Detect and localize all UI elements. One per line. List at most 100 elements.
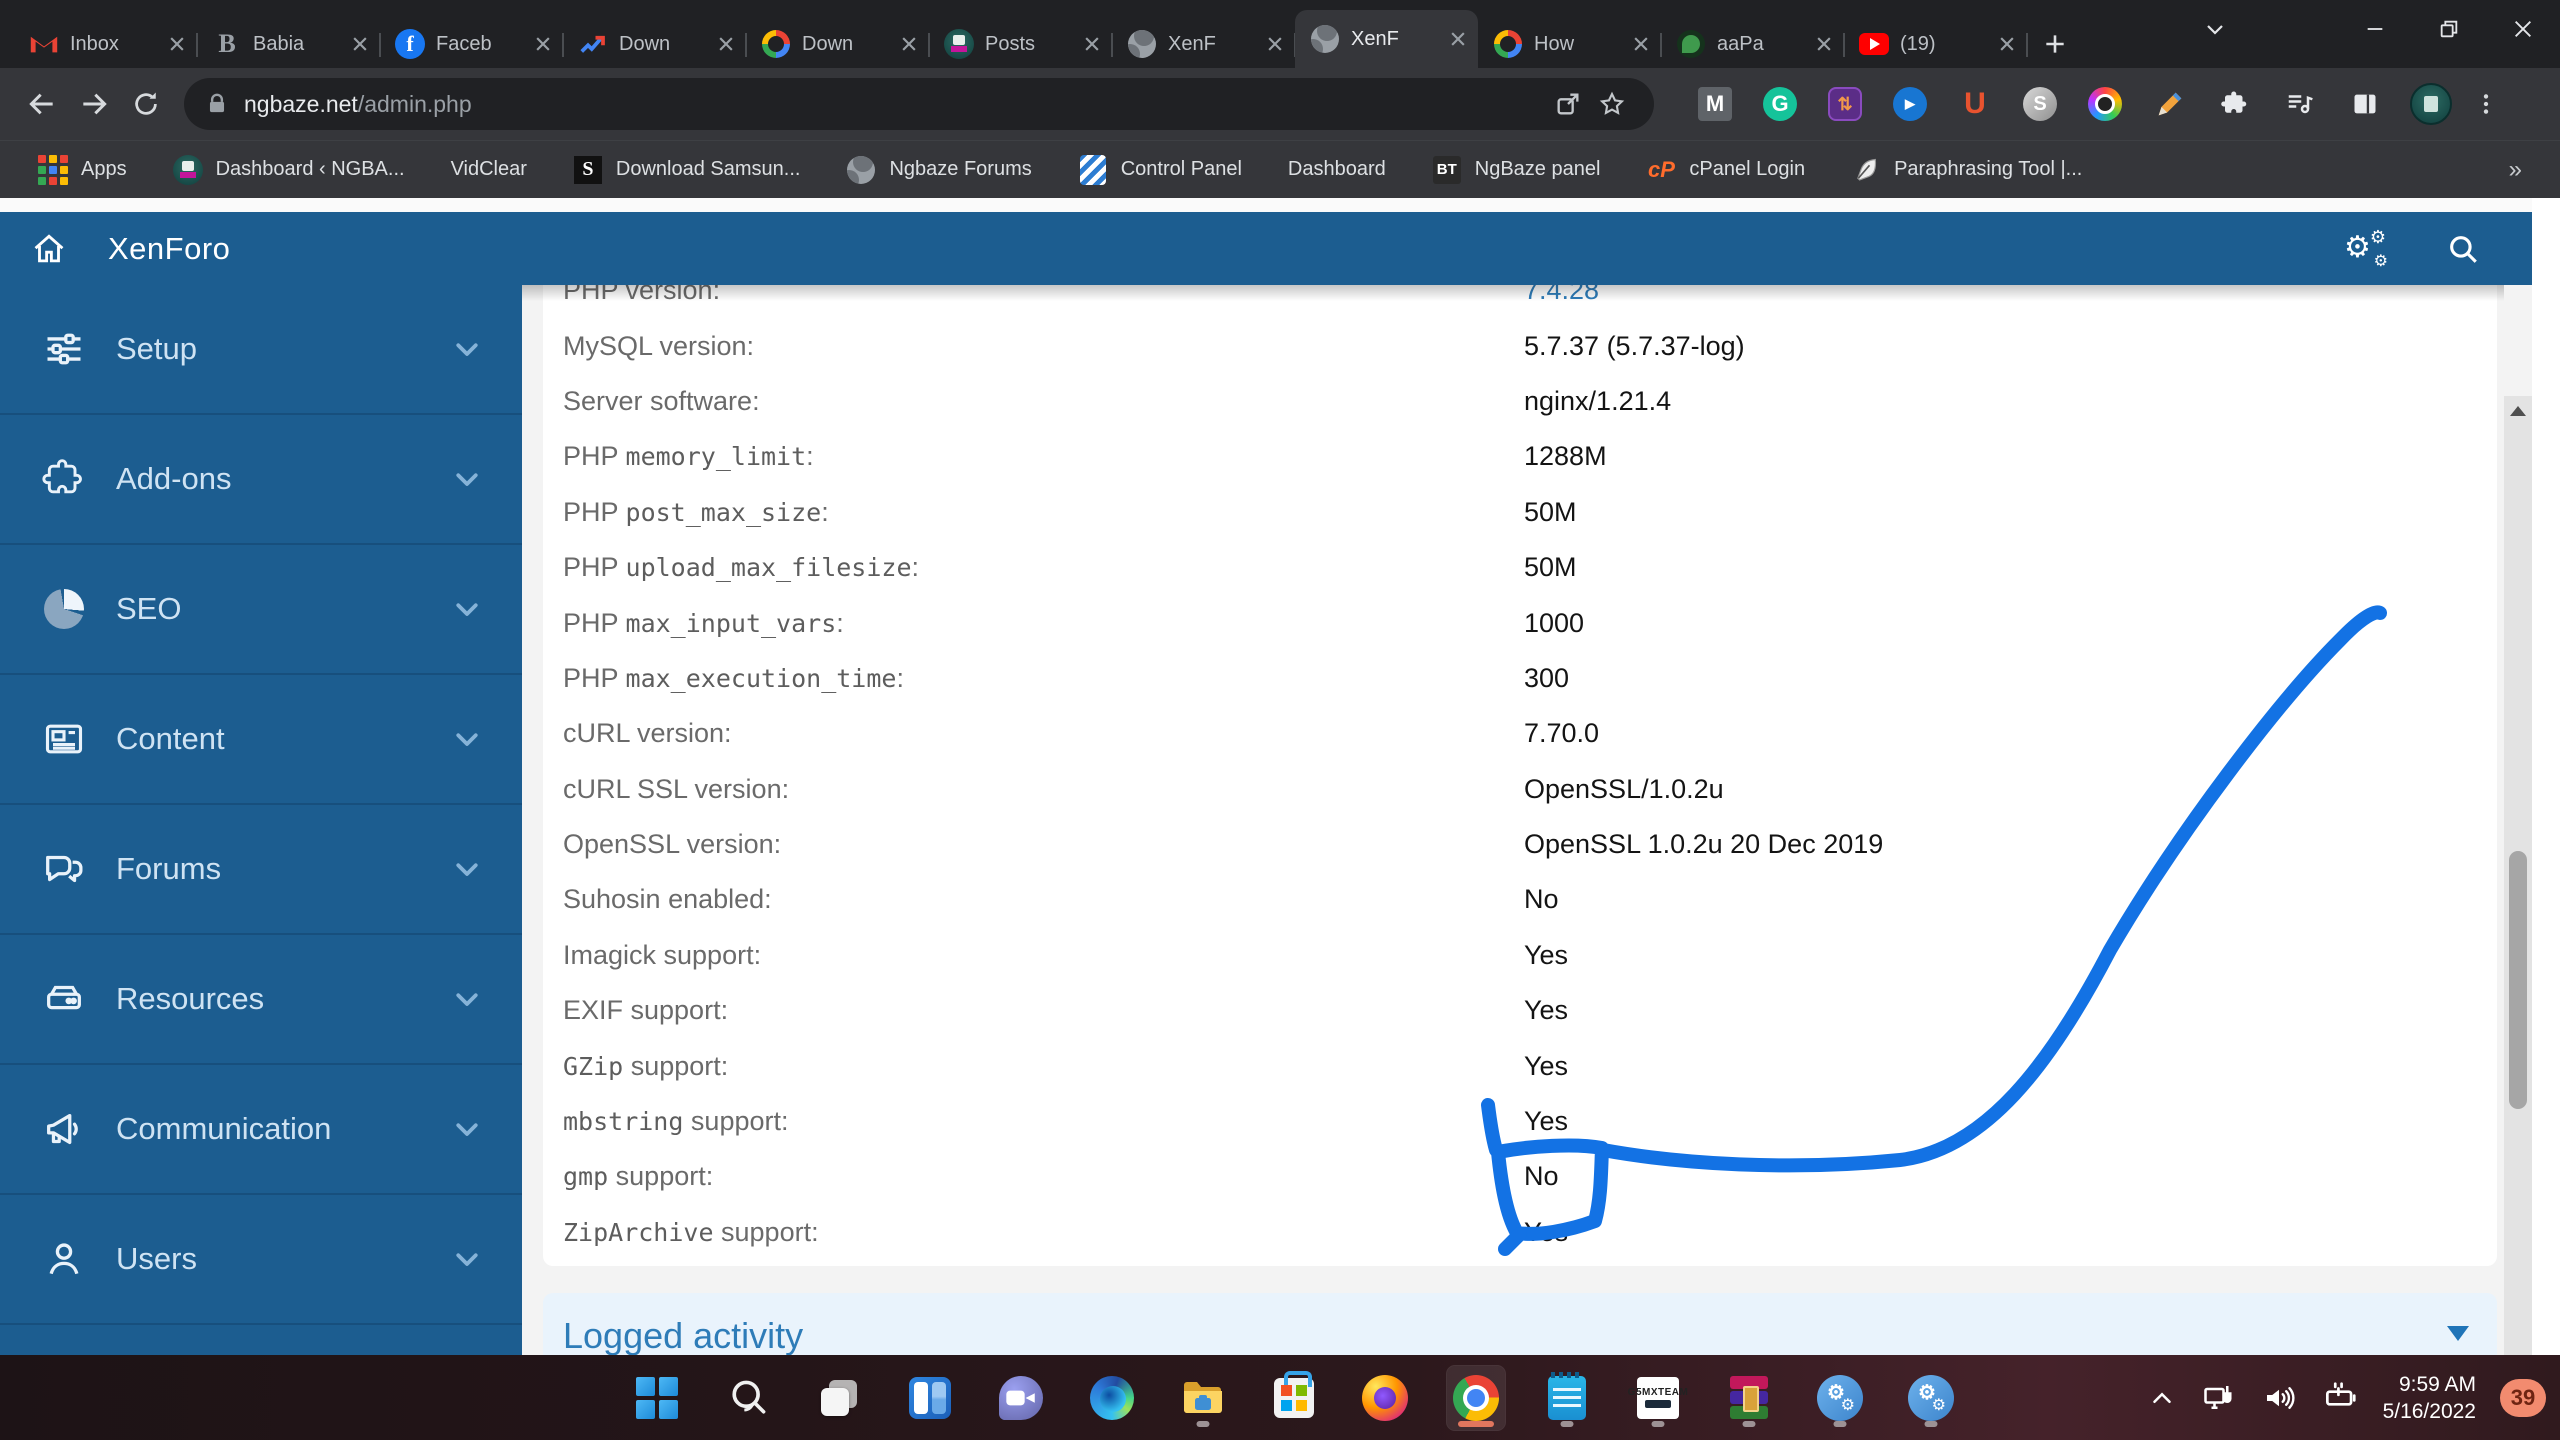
snip-extension-icon[interactable]: S [2021, 85, 2059, 123]
running-indicator [1196, 1420, 1210, 1427]
collapse-triangle-icon[interactable] [2447, 1326, 2469, 1341]
browser-tab[interactable]: (19) [1844, 20, 2028, 68]
back-button[interactable] [16, 78, 68, 130]
sidebar-item[interactable]: Forums [0, 805, 522, 935]
sidebar-item[interactable]: Content [0, 675, 522, 805]
side-panel-button[interactable] [2346, 85, 2384, 123]
taskbar-app[interactable]: ⚙ ⚙ [1902, 1366, 1960, 1430]
browser-tab[interactable]: XenF [1112, 20, 1296, 68]
taskbar-app[interactable] [1538, 1366, 1596, 1430]
battery-icon[interactable] [2321, 1379, 2359, 1417]
bookmark-item[interactable]: S Download Samsun... [573, 155, 800, 185]
tab-close-icon[interactable] [1812, 32, 1836, 56]
sidebar-item[interactable]: SEO [0, 545, 522, 675]
browser-tab[interactable]: Inbox [14, 20, 198, 68]
taskbar-app[interactable] [1446, 1364, 1506, 1431]
reload-button[interactable] [120, 78, 172, 130]
tab-close-icon[interactable] [348, 32, 372, 56]
sidebar-item[interactable]: Users [0, 1195, 522, 1325]
close-button[interactable] [2486, 0, 2560, 58]
taskbar-app[interactable] [1720, 1366, 1778, 1430]
camera-extension-icon[interactable] [2086, 85, 2124, 123]
lock-icon[interactable] [204, 91, 230, 117]
tab-close-icon[interactable] [1080, 32, 1104, 56]
taskbar-app[interactable] [1356, 1366, 1414, 1430]
tab-close-icon[interactable] [1995, 32, 2019, 56]
minimize-button[interactable] [2338, 0, 2412, 58]
taskbar-app[interactable] [901, 1366, 959, 1430]
tab-title: XenF [1168, 32, 1216, 55]
tab-close-icon[interactable] [1263, 32, 1287, 56]
browser-tab[interactable]: XenF [1295, 10, 1478, 68]
taskbar-app[interactable] [1083, 1366, 1141, 1430]
bookmark-item[interactable]: Dashboard [1288, 158, 1386, 181]
new-tab-button[interactable] [2027, 20, 2083, 68]
browser-tab[interactable]: aaPa [1661, 20, 1845, 68]
taskbar-app[interactable]: G5MXTEAM [1628, 1366, 1688, 1430]
pencil-editor-icon[interactable] [2151, 85, 2189, 123]
bookmark-star-button[interactable] [1590, 82, 1634, 126]
tray-chevron-icon[interactable] [2147, 1383, 2177, 1413]
server-info-label: PHP upload_max_filesize: [563, 552, 920, 583]
m-extension-icon[interactable]: M [1696, 85, 1734, 123]
home-button[interactable] [26, 226, 72, 272]
taskbar-app[interactable] [628, 1366, 686, 1430]
scroll-up-arrow[interactable] [2504, 396, 2532, 426]
bookmark-item[interactable]: BT NgBaze panel [1432, 155, 1600, 185]
tab-close-icon[interactable] [1446, 27, 1470, 51]
taskbar-app[interactable] [1174, 1366, 1232, 1430]
browser-tab[interactable]: Down [746, 20, 930, 68]
browser-tab[interactable]: How [1478, 20, 1662, 68]
bookmark-item[interactable]: Apps [38, 154, 127, 185]
sidebar-item[interactable]: Setup [0, 285, 522, 415]
browser-menu-button[interactable] [2466, 84, 2506, 124]
tab-close-icon[interactable] [897, 32, 921, 56]
address-bar[interactable]: ngbaze.net/admin.php [184, 78, 1654, 130]
bookmark-item[interactable]: Control Panel [1078, 154, 1242, 185]
admin-search-button[interactable] [2446, 232, 2480, 266]
browser-tab[interactable]: Posts [929, 20, 1113, 68]
browser-tab[interactable]: B Babia [197, 20, 381, 68]
scrollbar-thumb[interactable] [2509, 851, 2527, 1109]
sidebar-item[interactable]: Add-ons [0, 415, 522, 545]
youtube-icon [1858, 28, 1890, 60]
grammarly-icon[interactable]: G [1761, 85, 1799, 123]
clock[interactable]: 9:59 AM 5/16/2022 [2383, 1371, 2476, 1425]
playlist-extension-icon[interactable] [2281, 85, 2319, 123]
extensions-menu-button[interactable] [2216, 85, 2254, 123]
taskbar-app[interactable] [719, 1366, 777, 1430]
tab-close-icon[interactable] [531, 32, 555, 56]
bookmark-item[interactable]: Dashboard ‹ NGBA... [172, 154, 405, 185]
bookmark-item[interactable]: cP cPanel Login [1646, 155, 1805, 185]
tab-close-icon[interactable] [1629, 32, 1653, 56]
taskbar-app[interactable]: ⚙ ⚙ [1811, 1366, 1869, 1430]
tab-search-button[interactable] [2180, 0, 2250, 58]
sidebar-item[interactable]: Communication [0, 1065, 522, 1195]
bookmarks-overflow-chevron[interactable]: » [2509, 156, 2522, 184]
forward-button[interactable] [68, 78, 120, 130]
tab-close-icon[interactable] [714, 32, 738, 56]
profile-avatar[interactable] [2410, 83, 2452, 125]
bookmark-item[interactable]: Ngbaze Forums [846, 155, 1032, 185]
iq-player-icon[interactable]: ▶ [1891, 85, 1929, 123]
notification-badge[interactable]: 39 [2500, 1378, 2546, 1417]
taskbar-app[interactable] [1265, 1366, 1323, 1430]
google-icon [1492, 28, 1524, 60]
tab-close-icon[interactable] [165, 32, 189, 56]
bookmark-item[interactable]: VidClear [451, 158, 527, 181]
taskbar-app[interactable] [810, 1366, 868, 1430]
browser-tab[interactable]: Down [563, 20, 747, 68]
volume-icon[interactable] [2261, 1380, 2297, 1416]
page-scrollbar[interactable] [2504, 396, 2532, 1440]
edge-icon [1087, 1373, 1137, 1423]
bookmark-item[interactable]: Paraphrasing Tool |... [1851, 155, 2082, 185]
network-icon[interactable] [2201, 1380, 2237, 1416]
taskbar-app[interactable] [992, 1366, 1050, 1430]
video-downloader-icon[interactable]: ⇅ [1826, 85, 1864, 123]
sidebar-item[interactable]: Resources [0, 935, 522, 1065]
ublock-icon[interactable]: U [1956, 85, 1994, 123]
share-button[interactable] [1546, 82, 1590, 126]
browser-tab[interactable]: f Faceb [380, 20, 564, 68]
admin-settings-button[interactable]: ⚙ ⚙ ⚙ [2344, 227, 2388, 270]
restore-button[interactable] [2412, 0, 2486, 58]
